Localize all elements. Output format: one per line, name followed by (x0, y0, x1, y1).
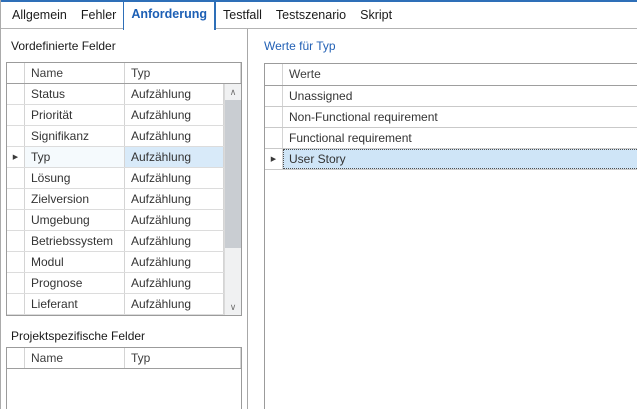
scroll-down-button[interactable]: ∨ (225, 299, 241, 315)
field-name-cell[interactable]: Zielversion (25, 189, 125, 209)
project-fields-grid: Name Typ (6, 347, 242, 409)
scroll-up-button[interactable]: ∧ (225, 84, 241, 100)
field-name-cell[interactable]: Betriebssystem (25, 231, 125, 251)
field-row[interactable]: Modul Aufzählung (7, 252, 224, 273)
field-row[interactable]: Prognose Aufzählung (7, 273, 224, 294)
values-grid: Werte Unassigned Non-Functional requirem… (264, 63, 637, 409)
current-row-arrow-icon: ▶ (271, 156, 276, 163)
row-selector-cell[interactable] (7, 252, 25, 272)
tab-skript[interactable]: Skript (353, 2, 399, 28)
tab-testfall[interactable]: Testfall (216, 2, 269, 28)
field-row[interactable]: Priorität Aufzählung (7, 105, 224, 126)
field-row[interactable]: Lieferant Aufzählung (7, 294, 224, 315)
value-row[interactable]: Functional requirement (265, 128, 637, 149)
value-row[interactable]: ▶ User Story (265, 149, 637, 170)
row-selector-header-cell (265, 64, 283, 85)
field-type-cell[interactable]: Aufzählung (125, 252, 224, 272)
empty-grid-area (265, 170, 637, 409)
row-selector-header-cell (7, 348, 25, 368)
value-cell[interactable]: Non-Functional requirement (283, 107, 637, 127)
row-selector-cell[interactable]: ▶ (7, 147, 25, 167)
value-cell[interactable]: User Story (283, 149, 637, 169)
value-cell[interactable]: Functional requirement (283, 128, 637, 148)
field-name-cell[interactable]: Lieferant (25, 294, 125, 314)
row-selector-cell[interactable] (7, 189, 25, 209)
value-row[interactable]: Non-Functional requirement (265, 107, 637, 128)
top-accent-line (1, 0, 637, 2)
field-name-cell[interactable]: Lösung (25, 168, 125, 188)
settings-window: AllgemeinFehlerAnforderungTestfallTestsz… (0, 0, 637, 409)
tab-anforderung[interactable]: Anforderung (123, 2, 216, 30)
scroll-up-icon: ∧ (230, 87, 237, 98)
row-selector-header-cell (7, 63, 25, 83)
column-header-name[interactable]: Name (25, 63, 125, 83)
row-selector-cell[interactable] (7, 294, 25, 314)
row-selector-cell[interactable] (7, 273, 25, 293)
field-type-cell[interactable]: Aufzählung (125, 210, 224, 230)
empty-grid-area (7, 369, 241, 409)
field-type-cell[interactable]: Aufzählung (125, 189, 224, 209)
scroll-down-icon: ∨ (230, 302, 237, 313)
vertical-scrollbar[interactable]: ∧ ∨ (224, 84, 241, 315)
grid-header-row: Name Typ (7, 63, 241, 84)
values-rows: Unassigned Non-Functional requirement Fu… (265, 86, 637, 170)
predefined-fields-label: Vordefinierte Felder (11, 39, 116, 53)
tab-testszenario[interactable]: Testszenario (269, 2, 353, 28)
column-header-werte[interactable]: Werte (283, 64, 637, 85)
row-selector-cell[interactable] (265, 128, 283, 148)
tab-fehler[interactable]: Fehler (74, 2, 123, 28)
value-row[interactable]: Unassigned (265, 86, 637, 107)
current-row-arrow-icon: ▶ (13, 154, 18, 161)
field-type-cell[interactable]: Aufzählung (125, 273, 224, 293)
panel-separator (247, 29, 248, 409)
row-selector-cell[interactable] (7, 231, 25, 251)
field-type-cell[interactable]: Aufzählung (125, 294, 224, 314)
row-selector-cell[interactable] (7, 168, 25, 188)
project-fields-label: Projektspezifische Felder (11, 329, 145, 343)
field-row[interactable]: Lösung Aufzählung (7, 168, 224, 189)
field-name-cell[interactable]: Typ (25, 147, 125, 167)
row-selector-cell[interactable]: ▶ (265, 149, 283, 169)
field-name-cell[interactable]: Signifikanz (25, 126, 125, 146)
field-name-cell[interactable]: Status (25, 84, 125, 104)
field-row[interactable]: Umgebung Aufzählung (7, 210, 224, 231)
field-type-cell[interactable]: Aufzählung (125, 105, 224, 125)
row-selector-cell[interactable] (265, 86, 283, 106)
predefined-fields-grid: Name Typ Status Aufzählung Priorität Auf… (6, 62, 242, 316)
field-row[interactable]: Zielversion Aufzählung (7, 189, 224, 210)
field-row[interactable]: Signifikanz Aufzählung (7, 126, 224, 147)
grid-header-row: Werte (265, 64, 637, 86)
field-type-cell[interactable]: Aufzählung (125, 168, 224, 188)
row-selector-cell[interactable] (7, 84, 25, 104)
column-header-name[interactable]: Name (25, 348, 125, 368)
field-row[interactable]: Betriebssystem Aufzählung (7, 231, 224, 252)
values-for-type-title: Werte für Typ (264, 39, 336, 53)
grid-header-row: Name Typ (7, 348, 241, 369)
row-selector-cell[interactable] (7, 126, 25, 146)
field-name-cell[interactable]: Umgebung (25, 210, 125, 230)
predefined-fields-rows: Status Aufzählung Priorität Aufzählung S… (7, 84, 224, 315)
field-name-cell[interactable]: Modul (25, 252, 125, 272)
field-row[interactable]: ▶ Typ Aufzählung (7, 147, 224, 168)
column-header-typ[interactable]: Typ (125, 63, 241, 83)
field-name-cell[interactable]: Prognose (25, 273, 125, 293)
scrollbar-thumb[interactable] (225, 100, 241, 248)
field-type-cell[interactable]: Aufzählung (125, 126, 224, 146)
row-selector-cell[interactable] (7, 210, 25, 230)
field-type-cell[interactable]: Aufzählung (125, 147, 224, 167)
field-row[interactable]: Status Aufzählung (7, 84, 224, 105)
tab-bar: AllgemeinFehlerAnforderungTestfallTestsz… (5, 2, 399, 32)
column-header-typ[interactable]: Typ (125, 348, 241, 368)
value-cell[interactable]: Unassigned (283, 86, 637, 106)
row-selector-cell[interactable] (265, 107, 283, 127)
field-type-cell[interactable]: Aufzählung (125, 84, 224, 104)
tab-allgemein[interactable]: Allgemein (5, 2, 74, 28)
row-selector-cell[interactable] (7, 105, 25, 125)
field-type-cell[interactable]: Aufzählung (125, 231, 224, 251)
field-name-cell[interactable]: Priorität (25, 105, 125, 125)
